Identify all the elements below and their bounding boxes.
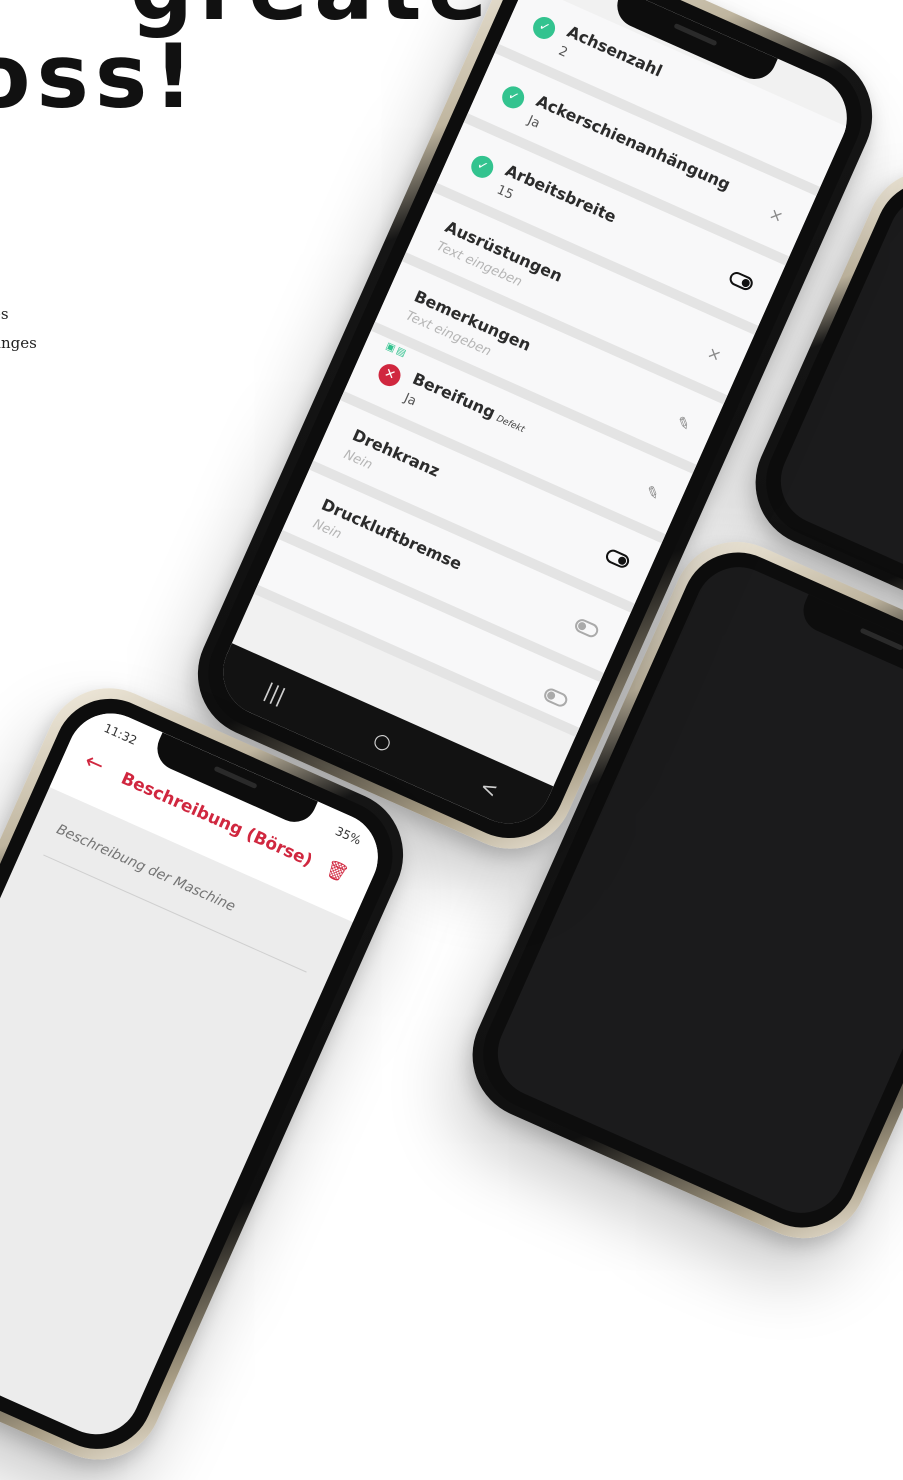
defect-tag: Defekt bbox=[494, 413, 526, 436]
phone-description: 11:32 35% ← Beschreibung (Börse) 🗑 bbox=[0, 667, 424, 1480]
toggle-switch[interactable] bbox=[602, 547, 632, 574]
battery-status: 35% bbox=[333, 823, 364, 848]
body-line-2: anges bbox=[0, 334, 37, 352]
phone-description-screen: 11:32 35% ← Beschreibung (Börse) 🗑 bbox=[0, 699, 392, 1449]
home-button[interactable]: ○ bbox=[370, 727, 396, 756]
check-icon: ✓ bbox=[467, 152, 497, 182]
body-text: es anges bbox=[0, 300, 37, 358]
check-icon: ✓ bbox=[498, 82, 528, 112]
toggle-switch[interactable] bbox=[726, 269, 756, 296]
recent-apps-button[interactable]: ||| bbox=[261, 678, 289, 708]
toggle-switch[interactable] bbox=[540, 685, 570, 712]
item-value: Ja bbox=[401, 390, 419, 410]
status-time: 11:32 bbox=[101, 720, 140, 748]
item-value: Ja bbox=[525, 113, 543, 132]
back-button[interactable]: < bbox=[477, 774, 502, 803]
clear-icon[interactable]: × bbox=[705, 343, 725, 366]
check-icon: ✓ bbox=[529, 13, 559, 43]
pencil-icon[interactable]: ✎ bbox=[643, 481, 663, 504]
pencil-icon[interactable]: ✎ bbox=[674, 412, 694, 435]
item-value: 15 bbox=[494, 182, 516, 204]
toggle-switch[interactable] bbox=[571, 616, 601, 643]
item-value: 2 bbox=[556, 43, 570, 61]
body-line-1: es bbox=[0, 305, 9, 323]
clear-icon[interactable]: × bbox=[766, 204, 786, 227]
error-icon: ✕ bbox=[374, 360, 405, 390]
headline-line-2: oss! bbox=[0, 25, 200, 128]
